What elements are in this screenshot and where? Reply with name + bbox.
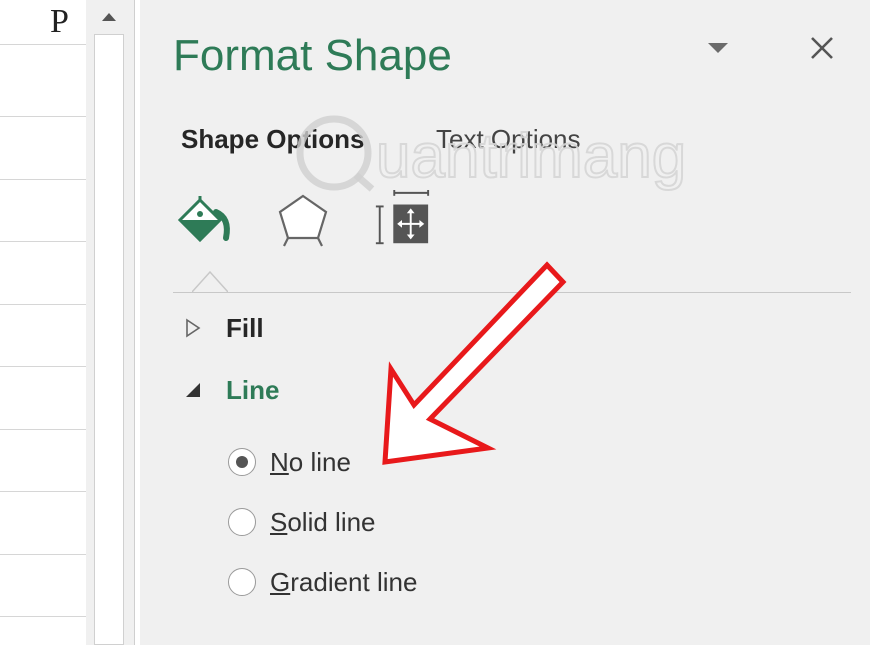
fill-section-header[interactable]: Fill	[180, 310, 264, 346]
line-section-header[interactable]: Line	[180, 372, 279, 408]
gradient-line-option[interactable]: Gradient line	[228, 564, 417, 600]
row-line	[0, 616, 86, 617]
radio-selected-dot	[236, 456, 248, 468]
gradient-line-label: Gradient line	[270, 564, 417, 600]
solid-line-radio[interactable]	[228, 508, 256, 536]
close-pane-button[interactable]	[804, 30, 840, 66]
size-properties-icon	[375, 190, 430, 245]
active-category-pointer-icon	[192, 270, 228, 293]
tab-shape-options[interactable]: Shape Options	[181, 121, 364, 157]
scroll-track[interactable]	[94, 34, 124, 645]
tab-text-options[interactable]: Text Options	[436, 121, 581, 157]
row-line	[0, 116, 86, 117]
pane-options-button[interactable]	[703, 36, 733, 60]
pane-title: Format Shape	[173, 31, 452, 80]
vertical-scrollbar[interactable]	[86, 0, 135, 645]
scroll-up-button[interactable]	[94, 4, 124, 30]
no-line-radio[interactable]	[228, 448, 256, 476]
label-rest: olid line	[287, 507, 376, 537]
format-shape-pane: Format Shape Shape Options Text Options	[140, 0, 870, 645]
fill-line-icon	[177, 196, 230, 243]
size-properties-category-button[interactable]	[372, 188, 432, 252]
solid-line-option[interactable]: Solid line	[228, 504, 376, 540]
fill-section-label: Fill	[226, 313, 264, 343]
scroll-up-arrow-icon	[102, 13, 116, 21]
row-line	[0, 491, 86, 492]
row-line	[0, 179, 86, 180]
no-line-option[interactable]: No line	[228, 444, 351, 480]
label-rest: radient line	[290, 567, 418, 597]
row-line	[0, 554, 86, 555]
expand-right-icon	[186, 318, 201, 338]
row-line	[0, 44, 86, 45]
line-section-label: Line	[226, 375, 280, 405]
spreadsheet-area: P	[0, 0, 135, 645]
gradient-line-radio[interactable]	[228, 568, 256, 596]
label-rest: o line	[288, 447, 351, 477]
fill-line-category-button[interactable]	[175, 188, 235, 252]
pentagon-effects-icon	[278, 194, 328, 247]
column-label: P	[50, 3, 69, 40]
column-header[interactable]: P	[0, 0, 86, 44]
solid-line-label: Solid line	[270, 504, 376, 540]
row-line	[0, 429, 86, 430]
collapse-down-icon	[186, 383, 200, 397]
access-key: S	[270, 507, 288, 537]
access-key: G	[270, 567, 291, 597]
cell-grid[interactable]	[0, 44, 87, 645]
row-line	[0, 304, 86, 305]
row-line	[0, 241, 86, 242]
no-line-label: No line	[270, 444, 351, 480]
effects-category-button[interactable]	[273, 188, 333, 252]
close-icon	[811, 37, 833, 59]
chevron-down-icon	[708, 43, 728, 53]
access-key: N	[270, 447, 289, 477]
category-divider	[173, 292, 851, 293]
row-line	[0, 366, 86, 367]
